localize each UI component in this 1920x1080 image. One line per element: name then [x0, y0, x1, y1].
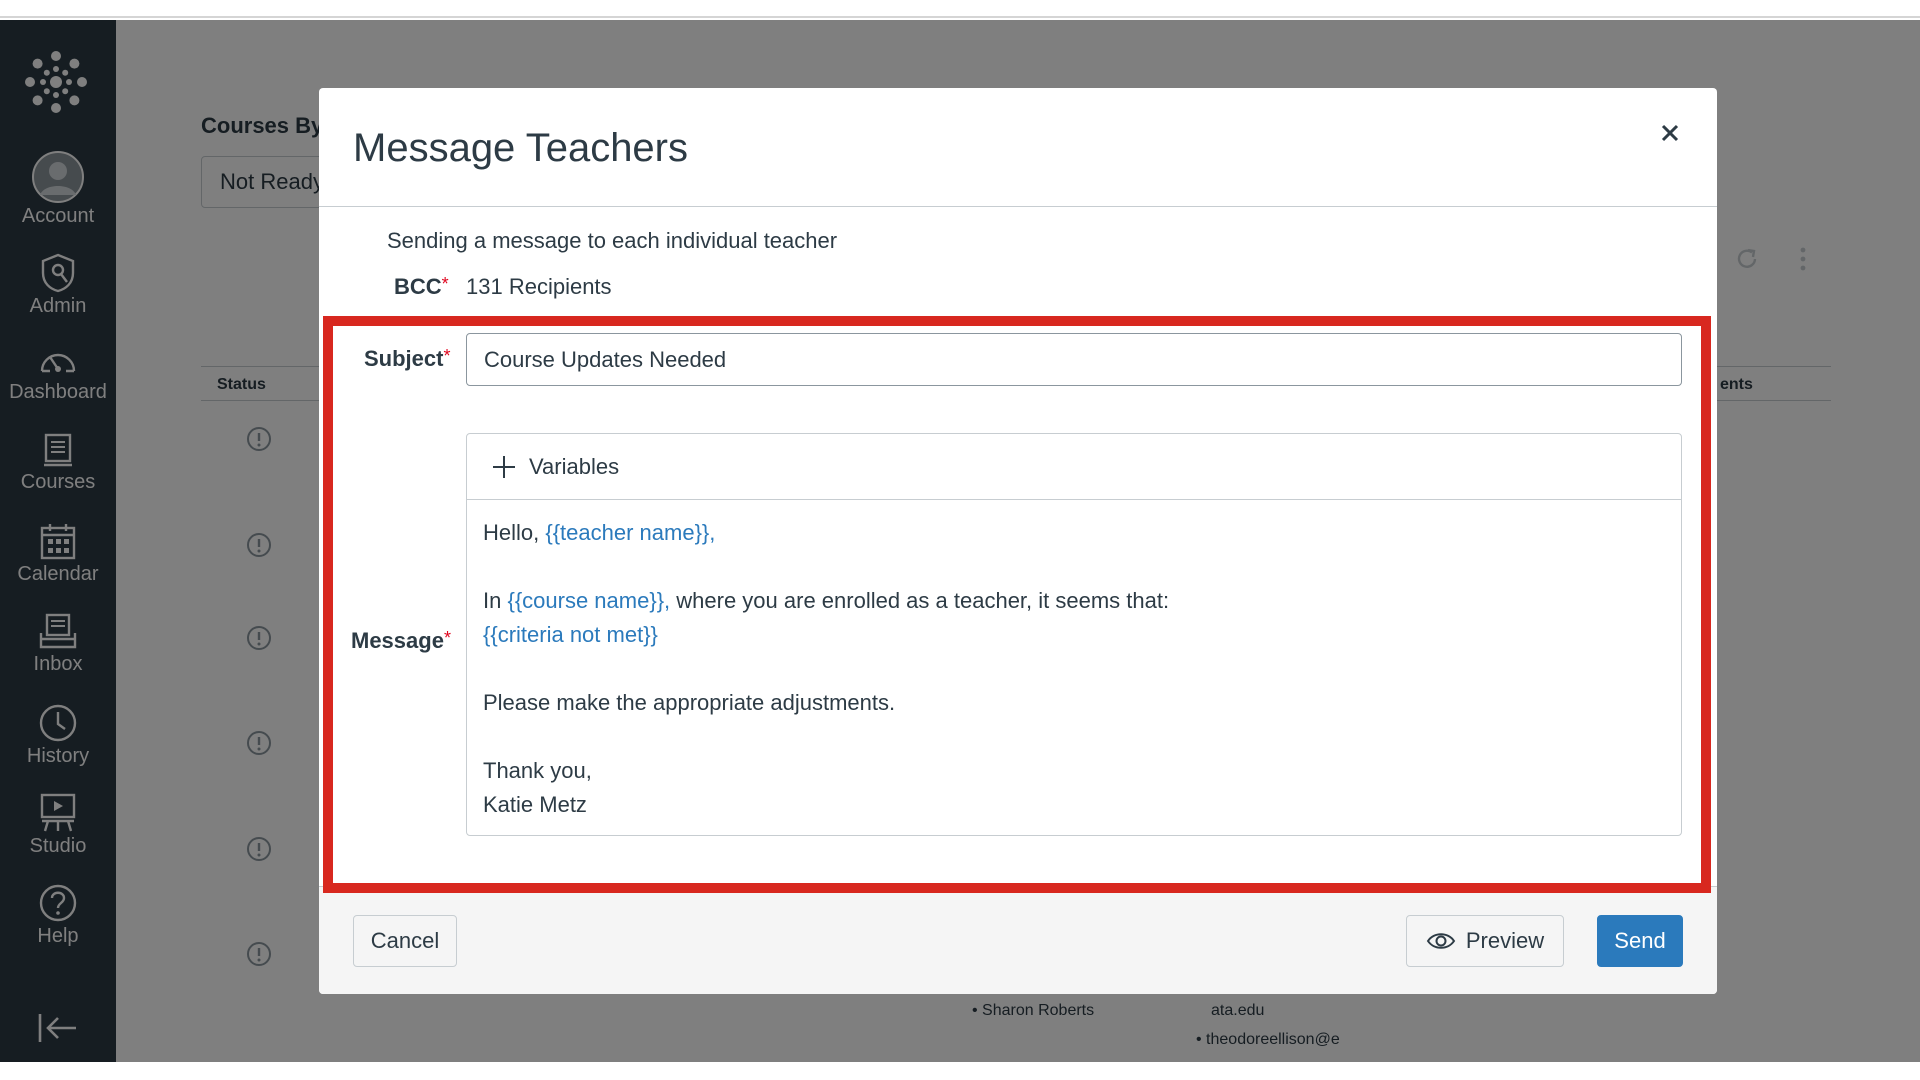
subject-label: Subject*: [364, 346, 451, 371]
message-line-blank: [483, 652, 1663, 686]
course-name-variable: {{course name}},: [507, 588, 671, 613]
message-line-signature: Katie Metz: [483, 792, 587, 817]
subject-input[interactable]: [466, 333, 1682, 386]
message-line-greeting: Hello, {{teacher name}},: [483, 520, 716, 545]
bcc-recipient-count: 131 Recipients: [466, 274, 612, 299]
modal-header: Message Teachers: [319, 88, 1717, 207]
message-line-blank: [483, 720, 1663, 754]
preview-label: Preview: [1465, 928, 1545, 953]
message-line-criteria: {{criteria not met}}: [483, 618, 1663, 652]
eye-icon: [1426, 933, 1456, 949]
modal-body: Sending a message to each individual tea…: [319, 208, 1717, 886]
required-asterisk: *: [443, 346, 451, 366]
sending-description: Sending a message to each individual tea…: [387, 228, 838, 253]
close-icon[interactable]: [1659, 122, 1681, 144]
send-button[interactable]: Send: [1597, 915, 1683, 967]
top-border-strip: [0, 0, 1920, 18]
screenshot-stage: Account Admin Dashboard: [0, 0, 1920, 1080]
required-asterisk: *: [443, 628, 451, 648]
modal-title: Message Teachers: [353, 126, 688, 170]
variables-label: Variables: [529, 454, 620, 479]
variables-button[interactable]: Variables: [491, 452, 619, 482]
message-line-course: In {{course name}}, where you are enroll…: [483, 588, 1170, 613]
app-frame: Account Admin Dashboard: [0, 20, 1920, 1062]
editor-toolbar: Variables: [467, 434, 1681, 500]
modal-footer: Cancel Preview Send: [319, 886, 1717, 994]
criteria-not-met-variable: {{criteria not met}}: [483, 622, 658, 647]
cancel-button[interactable]: Cancel: [353, 915, 457, 967]
teacher-name-variable: {{teacher name}},: [545, 520, 716, 545]
message-line-thanks: Thank you,: [483, 758, 592, 783]
bcc-label: BCC*: [394, 274, 449, 299]
plus-icon: [493, 456, 515, 478]
message-line-blank: [483, 550, 1663, 584]
message-editor: Variables Hello, {{teacher name}}, In {{…: [466, 433, 1682, 836]
required-asterisk: *: [441, 274, 449, 294]
preview-button[interactable]: Preview: [1406, 915, 1564, 967]
bottom-border-strip: [0, 1062, 1920, 1080]
message-teachers-modal: Message Teachers Sending a message to ea…: [319, 88, 1717, 994]
message-line-adjustments: Please make the appropriate adjustments.: [483, 690, 896, 715]
message-textarea[interactable]: Hello, {{teacher name}}, In {{course nam…: [483, 516, 1663, 822]
message-label: Message*: [351, 628, 451, 653]
